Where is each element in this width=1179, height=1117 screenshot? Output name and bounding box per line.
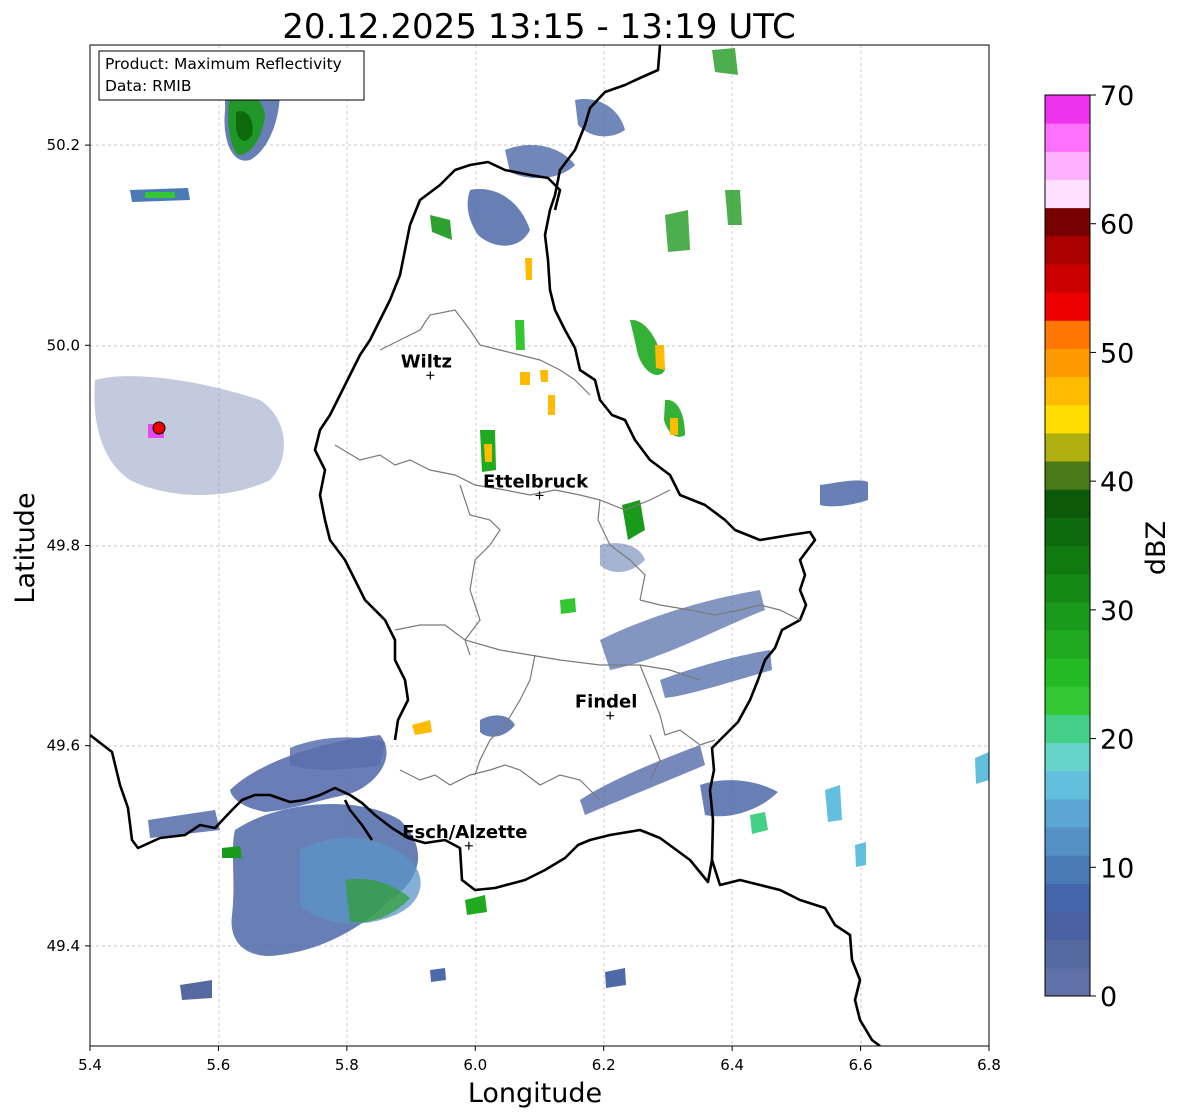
y-tick-label: 50.2 [47,136,80,154]
colorbar-segment [1045,404,1090,434]
y-tick-label: 50.0 [47,336,80,354]
colorbar-segment [1045,348,1090,378]
x-tick-label: 6.6 [849,1056,873,1074]
x-tick-label: 6.8 [977,1056,1001,1074]
x-tick-label: 6.2 [592,1056,616,1074]
colorbar-tick-label: 60 [1100,210,1134,241]
colorbar-segment [1045,545,1090,575]
y-tick-label: 49.6 [47,737,80,755]
colorbar-segment [1045,911,1090,941]
colorbar-segment [1045,432,1090,462]
colorbar-segment [1045,629,1090,659]
x-tick-label: 6.0 [463,1056,487,1074]
colorbar-segment [1045,489,1090,518]
colorbar-segment [1045,967,1090,997]
city-label: Esch/Alzette [402,822,527,843]
colorbar-segment [1045,770,1090,800]
colorbar-tick-label: 50 [1100,338,1134,369]
colorbar-segment [1045,939,1090,969]
colorbar-tick-label: 30 [1100,596,1134,627]
colorbar-segment [1045,798,1090,828]
colorbar-segment [1045,573,1090,603]
x-tick-label: 5.6 [206,1056,230,1074]
colorbar-segment [1045,95,1090,124]
colorbar-segment [1045,320,1090,349]
colorbar-tick-label: 20 [1100,725,1134,756]
colorbar-label: dBZ [1141,521,1172,575]
figure-title: 20.12.2025 13:15 - 13:19 UTC [282,7,796,47]
product-label: Product: Maximum Reflectivity [105,55,342,73]
colorbar-segment [1045,742,1090,772]
y-tick-label: 49.4 [47,937,80,955]
x-axis-label: Longitude [468,1078,602,1109]
x-tick-label: 6.4 [720,1056,744,1074]
colorbar-segment [1045,376,1090,406]
colorbar-segment [1045,517,1090,546]
radar-figure: 20.12.2025 13:15 - 13:19 UTC Product: Ma… [10,7,1172,1109]
map-plot-area [90,45,989,1046]
product-info-box: Product: Maximum Reflectivity Data: RMIB [98,50,365,101]
colorbar-tick-label: 10 [1100,853,1134,884]
colorbar-segment [1045,292,1090,321]
colorbar-segment [1045,658,1090,687]
colorbar-segment [1045,179,1090,209]
colorbar-segment [1045,235,1090,265]
city-label: Findel [575,692,638,713]
y-tick-label: 49.8 [47,537,80,555]
colorbar-tick-label: 70 [1100,81,1134,112]
radar-site-marker [148,421,166,438]
city-label: Wiltz [401,351,452,372]
colorbar-tick-label: 0 [1100,982,1117,1013]
colorbar-segment [1045,263,1090,293]
radar-site-icon [152,421,166,435]
colorbar-segment [1045,207,1090,237]
x-axis-ticks: 5.4 5.6 5.8 6.0 6.2 6.4 6.6 6.8 [78,1046,1001,1074]
colorbar-segment [1045,883,1090,913]
colorbar: 0 10 20 30 40 50 60 70 [1044,81,1134,1013]
colorbar-segment [1045,461,1090,490]
colorbar-tick-label: 40 [1100,467,1134,498]
x-tick-label: 5.8 [335,1056,359,1074]
colorbar-segment [1045,601,1090,631]
colorbar-segment [1045,151,1090,180]
colorbar-segment [1045,827,1090,856]
colorbar-segment [1045,686,1090,715]
y-axis-label: Latitude [10,492,41,603]
colorbar-segment [1045,714,1090,744]
y-axis-ticks: 49.4 49.6 49.8 50.0 50.2 [47,136,90,955]
city-label: Ettelbruck [483,471,589,492]
colorbar-segment [1045,123,1090,152]
data-source-label: Data: RMIB [105,77,192,95]
x-tick-label: 5.4 [78,1056,102,1074]
colorbar-segment [1045,855,1090,884]
